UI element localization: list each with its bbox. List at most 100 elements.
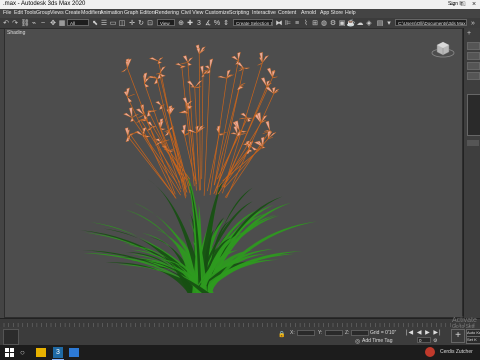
menu-bar: File Edit Tools Group Views Create Modif… bbox=[0, 9, 480, 18]
menu-edit[interactable]: Edit bbox=[14, 10, 23, 16]
time-config-icon[interactable]: ⚙ bbox=[433, 338, 437, 344]
material-editor-icon[interactable]: ◍ bbox=[320, 19, 328, 27]
menu-help[interactable]: Help bbox=[345, 10, 356, 16]
display-panel-tab[interactable] bbox=[467, 72, 480, 80]
menu-file[interactable]: File bbox=[3, 10, 11, 16]
rect-selection-icon[interactable]: ▭ bbox=[109, 19, 117, 27]
menu-interactive[interactable]: Interactive bbox=[252, 10, 276, 16]
playback-controls[interactable]: |◀ ◀ ▶ ▶| bbox=[406, 329, 442, 336]
x-label: X: bbox=[290, 330, 295, 336]
menu-civil-view[interactable]: Civil View bbox=[181, 10, 203, 16]
undo-icon[interactable]: ↶ bbox=[2, 19, 10, 27]
set-project-icon[interactable]: ▾ bbox=[385, 19, 393, 27]
minimize-icon[interactable]: – bbox=[447, 0, 457, 9]
set-key-button[interactable]: Set K bbox=[466, 336, 480, 344]
menu-create[interactable]: Create bbox=[65, 10, 81, 16]
modifier-list-box[interactable] bbox=[467, 94, 480, 136]
menu-graph-editors[interactable]: Graph Editors bbox=[124, 10, 156, 16]
activate-windows-watermark: Activate bbox=[452, 317, 477, 324]
maxscript-listener[interactable] bbox=[3, 329, 19, 345]
select-object-icon[interactable]: ⬉ bbox=[91, 19, 99, 27]
add-time-tag-label[interactable]: Add Time Tag bbox=[362, 338, 392, 344]
3ds-max-taskbar-icon[interactable]: 3 bbox=[53, 347, 63, 358]
menu-group[interactable]: Group bbox=[36, 10, 50, 16]
grid-size-label: Grid = 0'10" bbox=[370, 330, 397, 336]
menu-modifiers[interactable]: Modifiers bbox=[81, 10, 102, 16]
menu-rendering[interactable]: Rendering bbox=[155, 10, 179, 16]
scale-icon[interactable]: ⊡ bbox=[146, 19, 154, 27]
motion-panel-tab[interactable] bbox=[467, 62, 480, 70]
rotate-icon[interactable]: ↻ bbox=[137, 19, 145, 27]
set-key-plus-icon[interactable]: + bbox=[451, 329, 465, 343]
snap-icon[interactable]: 3 bbox=[195, 19, 203, 27]
search-icon[interactable]: ○ bbox=[20, 348, 29, 357]
transform-icon[interactable]: ✥ bbox=[49, 19, 57, 27]
menu-tools[interactable]: Tools bbox=[24, 10, 36, 16]
current-frame-field[interactable]: 0 bbox=[417, 337, 431, 343]
move-icon[interactable]: ✛ bbox=[128, 19, 136, 27]
add-time-tag-icon[interactable]: ◎ bbox=[355, 338, 360, 345]
photos-app-icon[interactable] bbox=[69, 348, 79, 357]
render-setup-icon[interactable]: ⚙ bbox=[329, 19, 337, 27]
create-panel-icon[interactable]: + bbox=[467, 30, 477, 37]
z-coordinate-field[interactable] bbox=[351, 330, 369, 336]
modify-panel-tab[interactable] bbox=[467, 42, 480, 50]
pin-stack-icon[interactable] bbox=[467, 140, 479, 146]
file-explorer-icon[interactable] bbox=[36, 348, 46, 357]
filter-icon[interactable]: ▦ bbox=[58, 19, 66, 27]
menu-views[interactable]: Views bbox=[50, 10, 64, 16]
close-icon[interactable]: × bbox=[469, 0, 479, 9]
selection-filter-dropdown[interactable]: All bbox=[67, 19, 89, 26]
maximize-icon[interactable]: □ bbox=[458, 0, 468, 9]
pivot-icon[interactable]: ⊕ bbox=[177, 19, 185, 27]
hierarchy-panel-tab[interactable] bbox=[467, 52, 480, 60]
grass-blades bbox=[80, 172, 317, 293]
perspective-viewport[interactable]: Shading bbox=[4, 28, 463, 318]
menu-arnold[interactable]: Arnold bbox=[301, 10, 316, 16]
windows-taskbar: ○ 3 Cerdis Zutcher bbox=[0, 345, 480, 360]
y-coordinate-field[interactable] bbox=[325, 330, 343, 336]
mirror-icon[interactable]: ⧓ bbox=[275, 19, 283, 27]
flower-heads bbox=[121, 44, 280, 199]
layer-explorer-icon[interactable]: ≡ bbox=[293, 19, 301, 27]
workspace-path-dropdown[interactable]: C:\Users\Olli\Documents\3ds Max 2020 bbox=[395, 19, 467, 26]
unlink-icon[interactable]: ⌁ bbox=[30, 19, 38, 27]
reference-coordinate-dropdown[interactable]: View bbox=[157, 19, 175, 26]
menu-app-store[interactable]: App Store bbox=[320, 10, 343, 16]
percent-snap-icon[interactable]: % bbox=[213, 19, 221, 27]
redo-icon[interactable]: ↷ bbox=[11, 19, 19, 27]
select-by-name-icon[interactable]: ☰ bbox=[100, 19, 108, 27]
status-bar: 🔒 X: Y: Z: Grid = 0'10" ◎ Add Time Tag |… bbox=[0, 317, 480, 345]
menu-scripting[interactable]: Scripting bbox=[229, 10, 249, 16]
angle-snap-icon[interactable]: ∡ bbox=[204, 19, 212, 27]
command-panel: + bbox=[463, 28, 480, 320]
render-icon[interactable]: ☕ bbox=[347, 19, 356, 27]
taskbar-user-name[interactable]: Cerdis Zutcher bbox=[440, 349, 473, 355]
windows-start-icon[interactable] bbox=[5, 348, 14, 357]
spinner-snap-icon[interactable]: ⇕ bbox=[222, 19, 230, 27]
grass-plant-model[interactable] bbox=[5, 29, 462, 317]
link-icon[interactable]: ⛓ bbox=[21, 19, 30, 27]
menu-customize[interactable]: Customize bbox=[205, 10, 230, 16]
user-avatar[interactable] bbox=[425, 347, 435, 357]
y-label: Y: bbox=[318, 330, 323, 336]
activate-windows-watermark-sub: Go to Sett bbox=[452, 324, 475, 330]
select-manipulate-icon[interactable]: ✚ bbox=[186, 19, 194, 27]
window-title: .max - Autodesk 3ds Max 2020 bbox=[3, 1, 86, 7]
schematic-view-icon[interactable]: ⊞ bbox=[311, 19, 319, 27]
rendered-frame-icon[interactable]: ▣ bbox=[338, 19, 346, 27]
overflow-icon[interactable]: » bbox=[469, 19, 477, 27]
window-crossing-icon[interactable]: ◫ bbox=[118, 19, 126, 27]
menu-animation[interactable]: Animation bbox=[100, 10, 123, 16]
a360-icon[interactable]: ◈ bbox=[365, 19, 373, 27]
bind-space-warp-icon[interactable]: ~ bbox=[39, 19, 47, 27]
named-selection-set-dropdown[interactable]: Create Selection Se bbox=[233, 19, 273, 26]
align-icon[interactable]: ⊫ bbox=[284, 19, 292, 27]
render-in-cloud-icon[interactable]: ☁ bbox=[356, 19, 364, 27]
project-folder-icon[interactable]: ▤ bbox=[376, 19, 384, 27]
curve-editor-icon[interactable]: ⌇ bbox=[302, 19, 310, 27]
lock-icon[interactable]: 🔒 bbox=[278, 331, 285, 338]
menu-content[interactable]: Content bbox=[278, 10, 296, 16]
x-coordinate-field[interactable] bbox=[297, 330, 315, 336]
z-label: Z: bbox=[345, 330, 350, 336]
